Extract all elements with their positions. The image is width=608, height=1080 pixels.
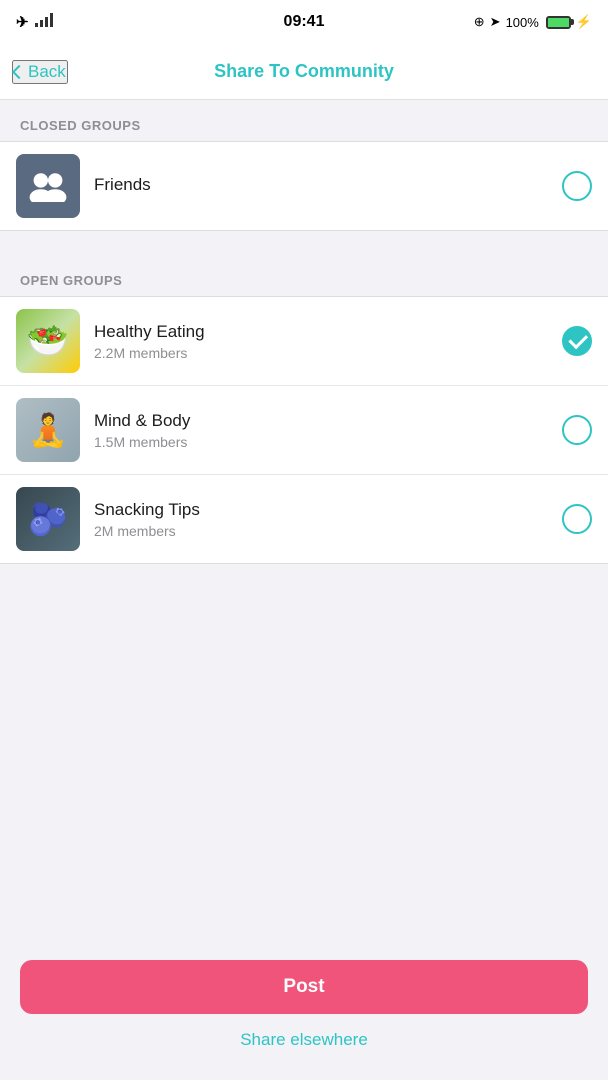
group-info: Mind & Body 1.5M members <box>94 411 562 450</box>
open-groups-header: OPEN GROUPS <box>0 255 608 296</box>
group-name: Mind & Body <box>94 411 562 431</box>
status-time: 09:41 <box>284 13 325 31</box>
mind-body-radio[interactable] <box>562 415 592 445</box>
friends-group-icon <box>28 170 68 202</box>
group-name: Snacking Tips <box>94 500 562 520</box>
list-item: Snacking Tips 2M members <box>0 475 608 563</box>
airplane-icon: ✈ <box>16 13 29 31</box>
mind-body-image <box>16 398 80 462</box>
status-left: ✈ <box>16 13 53 31</box>
status-bar: ✈ 09:41 ⊕ ➤ 100% ⚡ <box>0 0 608 44</box>
group-members: 1.5M members <box>94 434 562 450</box>
post-button[interactable]: Post <box>20 960 588 1014</box>
snacking-tips-avatar <box>16 487 80 551</box>
snacking-tips-image <box>16 487 80 551</box>
friends-avatar <box>16 154 80 218</box>
charging-icon: ⚡ <box>576 14 592 30</box>
closed-groups-header: CLOSED GROUPS <box>0 100 608 141</box>
section-spacer <box>0 231 608 255</box>
group-info: Healthy Eating 2.2M members <box>94 322 562 361</box>
healthy-eating-avatar <box>16 309 80 373</box>
healthy-eating-radio[interactable] <box>562 326 592 356</box>
back-label: Back <box>28 62 66 82</box>
bottom-actions: Post Share elsewhere <box>0 940 608 1080</box>
healthy-eating-image <box>16 309 80 373</box>
mind-body-avatar <box>16 398 80 462</box>
open-groups-list: Healthy Eating 2.2M members Mind & Body … <box>0 296 608 564</box>
back-chevron-icon <box>12 64 26 78</box>
closed-groups-list: Friends <box>0 141 608 231</box>
status-right: ⊕ ➤ 100% ⚡ <box>474 14 592 30</box>
snacking-tips-radio[interactable] <box>562 504 592 534</box>
group-name: Friends <box>94 175 562 195</box>
nav-bar: Back Share To Community <box>0 44 608 100</box>
group-name: Healthy Eating <box>94 322 562 342</box>
content-area: CLOSED GROUPS Friends OPEN GROUPS <box>0 100 608 704</box>
list-item: Healthy Eating 2.2M members <box>0 297 608 386</box>
list-item: Friends <box>0 142 608 230</box>
signal-bars <box>35 13 53 31</box>
list-item: Mind & Body 1.5M members <box>0 386 608 475</box>
navigation-icon: ➤ <box>490 14 501 30</box>
friends-radio[interactable] <box>562 171 592 201</box>
back-button[interactable]: Back <box>12 60 68 84</box>
page-title: Share To Community <box>214 61 394 82</box>
battery-percentage: 100% <box>506 15 539 30</box>
group-info: Friends <box>94 175 562 198</box>
location-icon: ⊕ <box>474 14 485 30</box>
group-members: 2M members <box>94 523 562 539</box>
share-elsewhere-button[interactable]: Share elsewhere <box>20 1030 588 1050</box>
group-info: Snacking Tips 2M members <box>94 500 562 539</box>
battery-icon <box>546 16 571 29</box>
group-members: 2.2M members <box>94 345 562 361</box>
